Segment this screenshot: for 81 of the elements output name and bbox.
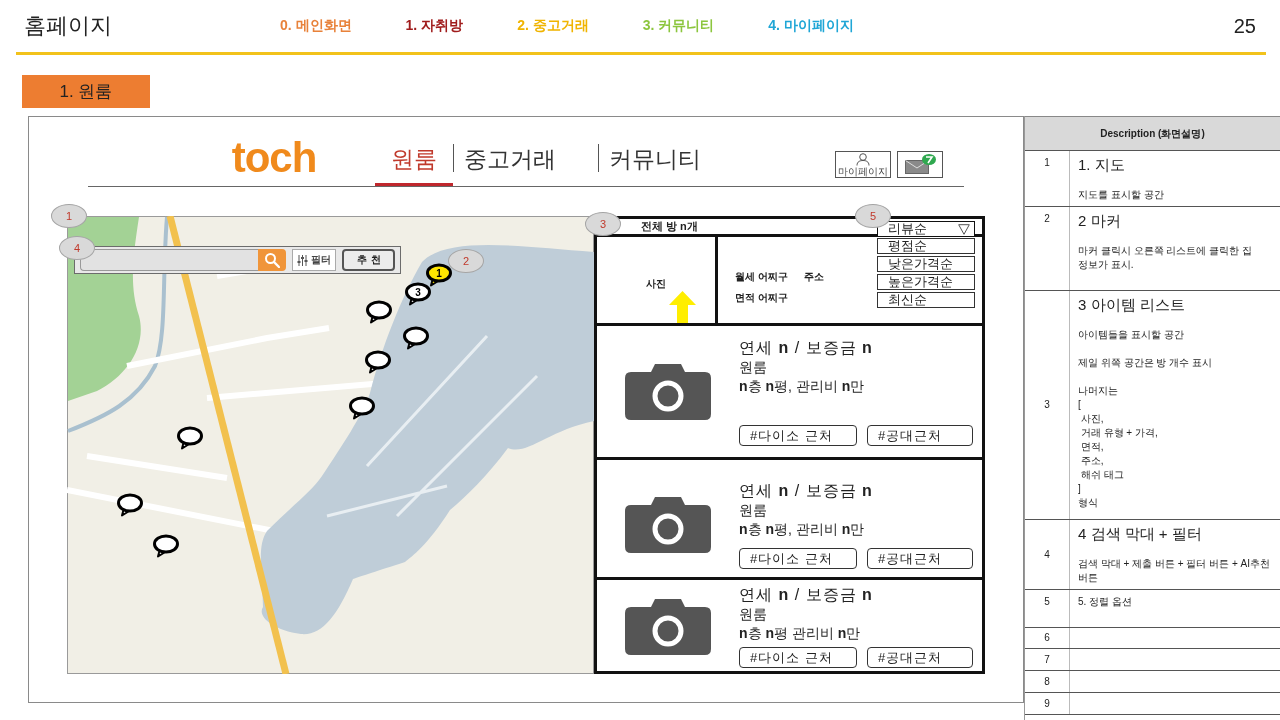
listing-card[interactable]: 연세 n / 보증금 n 원룸 n층 n평, 관리비 n만 #다이소 근처 #공대근처 xyxy=(597,326,982,460)
area-text: 면적 어찌구 xyxy=(735,291,788,305)
item-title: 2 마커 xyxy=(1078,212,1122,230)
logo: toch xyxy=(230,134,318,182)
mypage-button[interactable]: 마이페이지 xyxy=(835,151,891,178)
hashtag-chip[interactable]: #다이소 근처 xyxy=(739,647,857,668)
item-title: 3 아이템 리스트 xyxy=(1078,296,1186,314)
row-number: 5 xyxy=(1044,595,1050,609)
map-marker[interactable] xyxy=(365,300,393,324)
row-number: 6 xyxy=(1044,631,1050,645)
arrow-up-icon xyxy=(669,291,696,323)
listing-card[interactable]: 연세 n / 보증금 n 원룸 n층 n평, 관리비 n만 #다이소 근처 #공대근처 xyxy=(597,460,982,580)
map-marker[interactable] xyxy=(176,426,204,450)
room-type: 원룸 xyxy=(739,501,768,519)
search-field[interactable] xyxy=(80,249,258,271)
room-info: n층 n평, 관리비 n만 xyxy=(739,520,866,539)
price-text: 연세 n / 보증금 n xyxy=(739,585,874,605)
hashtag-chip[interactable]: #공대근처 xyxy=(867,425,973,446)
room-count: 전체 방 n개 xyxy=(641,219,698,234)
photo-label: 사진 xyxy=(646,277,666,291)
row-number: 3 xyxy=(1044,398,1050,412)
callout-number: 1 xyxy=(51,204,87,228)
notification-badge-icon xyxy=(922,154,936,165)
map-marker[interactable] xyxy=(364,350,392,374)
row-number: 7 xyxy=(1044,652,1050,667)
sort-option[interactable]: 평점순 xyxy=(877,238,975,254)
item-title: 1. 지도 xyxy=(1078,156,1126,174)
item-description: 나머지는 [ 사진, 거래 유형 + 가격, 면적, 주소, 해쉬 태그 ] 형식 xyxy=(1078,384,1159,510)
nav-tab[interactable]: 커뮤니티 xyxy=(599,144,711,186)
room-type: 원룸 xyxy=(739,358,768,376)
mail-button[interactable] xyxy=(897,151,943,178)
row-number: 1 xyxy=(1044,156,1050,170)
row-number: 2 xyxy=(1044,212,1050,226)
person-icon xyxy=(856,153,870,166)
camera-icon xyxy=(625,598,711,655)
hashtag-chip[interactable]: #다이소 근처 xyxy=(739,425,857,446)
row-number: 9 xyxy=(1044,696,1050,711)
recommend-button[interactable]: 추천 xyxy=(342,249,395,271)
map-marker[interactable] xyxy=(116,493,144,517)
sort-dropdown[interactable]: 리뷰순 xyxy=(877,221,975,237)
section-label: 1. 원룸 xyxy=(22,75,150,108)
nav-tab[interactable]: 중고거래 xyxy=(454,144,598,186)
room-type: 원룸 xyxy=(739,605,768,623)
page-number: 25 xyxy=(1233,14,1257,38)
item-description: 지도를 표시할 공간 xyxy=(1078,188,1165,202)
price-text: 연세 n / 보증금 n xyxy=(739,338,874,358)
callout-number: 4 xyxy=(59,236,95,260)
filter-button[interactable]: 필터 xyxy=(291,249,337,271)
callout-number: 3 xyxy=(585,212,621,236)
item-description: 아이템들을 표시할 공간 xyxy=(1078,328,1185,342)
price-text: 연세 n / 보증금 n xyxy=(739,481,874,501)
row-number: 8 xyxy=(1044,674,1050,689)
item-title: 4 검색 막대 + 필터 xyxy=(1078,525,1203,543)
sort-option[interactable]: 최신순 xyxy=(877,292,975,308)
item-description: 검색 막대 + 제출 버튼 + 필터 버튼 + AI추천 버튼 xyxy=(1078,557,1271,585)
table-header: Description (화면설명) xyxy=(1025,116,1280,151)
camera-icon xyxy=(625,497,711,553)
sort-option[interactable]: 높은가격순 xyxy=(877,274,975,290)
row-number: 4 xyxy=(1044,547,1050,562)
room-info: n층 n평 관리비 n만 xyxy=(739,624,862,643)
map-marker[interactable] xyxy=(152,534,180,558)
item-description: 마커 클릭시 오른쪽 리스트에 클릭한 집 정보가 표시. xyxy=(1078,244,1253,272)
map-marker[interactable] xyxy=(402,326,430,350)
sliders-icon xyxy=(297,254,309,266)
hashtag-chip[interactable]: #다이소 근처 xyxy=(739,548,857,569)
hashtag-chip[interactable]: #공대근처 xyxy=(867,548,973,569)
hashtag-chip[interactable]: #공대근처 xyxy=(867,647,973,668)
nav-link[interactable]: 1. 자취방 xyxy=(405,17,464,35)
page-title: 홈페이지 xyxy=(23,12,113,40)
address-text: 주소 xyxy=(803,270,824,284)
item-description: 제일 위쪽 공간은 방 개수 표시 xyxy=(1078,356,1213,370)
camera-icon xyxy=(625,364,711,420)
caret-icon xyxy=(958,223,970,235)
room-info: n층 n평, 관리비 n만 xyxy=(739,377,866,396)
listing-card[interactable]: 연세 n / 보증금 n 원룸 n층 n평 관리비 n만 #다이소 근처 #공대근처 xyxy=(597,580,982,671)
item-description: 5. 정렬 옵션 xyxy=(1078,595,1133,609)
map-marker[interactable] xyxy=(348,396,376,420)
rent-text: 월세 어찌구 xyxy=(735,270,788,284)
search-icon xyxy=(263,252,280,268)
sort-option[interactable]: 낮은가격순 xyxy=(877,256,975,272)
envelope-icon xyxy=(905,159,929,174)
